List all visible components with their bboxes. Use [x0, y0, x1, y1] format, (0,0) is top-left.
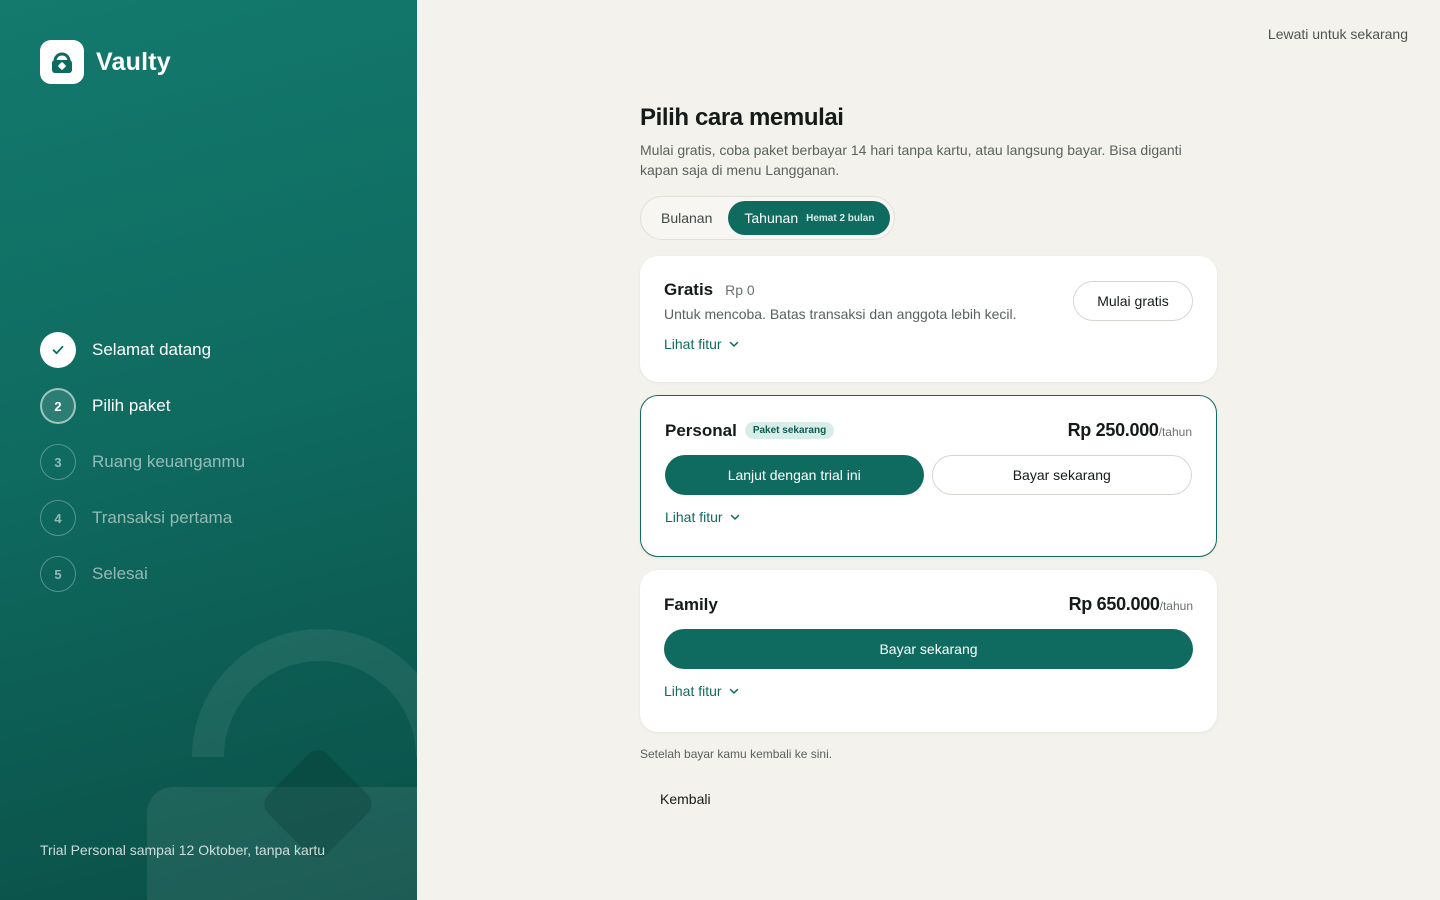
step-label: Transaksi pertama: [92, 508, 233, 527]
step-label: Selesai: [92, 564, 148, 583]
plan-name: Family: [664, 594, 718, 614]
plan-card-family: Family Rp 650.000/tahun Bayar sekarang L…: [640, 570, 1217, 732]
step-label: Selamat datang: [92, 340, 212, 359]
plan-period: /tahun: [1158, 425, 1192, 439]
subtitle-line: kapan saja di menu Langganan.: [640, 162, 840, 178]
start-free-button[interactable]: Mulai gratis: [1073, 281, 1193, 321]
pay-now-button[interactable]: Bayar sekarang: [931, 455, 1192, 495]
see-features-label: Lihat fitur: [664, 336, 722, 352]
continue-trial-button[interactable]: Lanjut dengan trial ini: [665, 455, 924, 495]
savings-tag: Hemat 2 bulan: [806, 212, 875, 224]
step-number: 5: [40, 556, 76, 592]
lock-watermark-icon: [147, 629, 417, 900]
see-features-label: Lihat fitur: [665, 509, 723, 525]
trial-note: Trial Personal sampai 12 Oktober, tanpa …: [40, 842, 326, 858]
step-number: 3: [40, 444, 76, 480]
skip-link[interactable]: Lewati untuk sekarang: [1268, 26, 1408, 42]
chevron-down-icon: [730, 514, 739, 520]
step-finance-space: 3 Ruang keuanganmu: [40, 444, 245, 480]
back-button[interactable]: Kembali: [640, 780, 731, 818]
sidebar: Vaulty Selamat datang 2 Pilih paket 3 Ru…: [0, 0, 417, 900]
plan-card-personal: Personal Paket sekarang Rp 250.000/tahun…: [640, 395, 1217, 557]
step-label: Ruang keuanganmu: [92, 452, 246, 471]
plan-name: Personal: [665, 420, 737, 440]
step-done: 5 Selesai: [40, 556, 245, 592]
brand-name: Vaulty: [96, 47, 171, 76]
step-choose-plan: 2 Pilih paket: [40, 388, 245, 424]
chevron-down-icon: [729, 341, 738, 347]
toggle-yearly[interactable]: Tahunan Hemat 2 bulan: [728, 201, 891, 235]
step-welcome: Selamat datang: [40, 332, 245, 368]
step-number: 2: [40, 388, 76, 424]
current-plan-badge: Paket sekarang: [744, 422, 835, 439]
toggle-yearly-label: Tahunan: [744, 210, 799, 226]
step-first-transaction: 4 Transaksi pertama: [40, 500, 245, 536]
page-title: Pilih cara memulai: [640, 104, 844, 131]
plan-description: Untuk mencoba. Batas transaksi dan anggo…: [664, 306, 1017, 322]
see-features-label: Lihat fitur: [664, 683, 722, 699]
chevron-down-icon: [729, 688, 738, 694]
plan-name: Gratis: [664, 280, 714, 299]
check-icon: [40, 332, 76, 368]
step-number: 4: [40, 500, 76, 536]
see-features-link[interactable]: Lihat fitur: [664, 336, 740, 352]
billing-period-toggle: Bulanan Tahunan Hemat 2 bulan: [640, 196, 896, 240]
plan-selection: Pilih cara memulai Mulai gratis, coba pa…: [640, 104, 1217, 732]
plan-price: Rp 650.000: [1068, 594, 1160, 614]
see-features-link[interactable]: Lihat fitur: [664, 683, 740, 699]
page-subtitle: Mulai gratis, coba paket berbayar 14 har…: [640, 140, 1217, 180]
brand: Vaulty: [40, 40, 171, 84]
lock-icon: [40, 40, 84, 84]
subtitle-line: Mulai gratis, coba paket berbayar 14 har…: [640, 142, 1182, 158]
pay-now-button[interactable]: Bayar sekarang: [664, 629, 1193, 669]
plan-card-free: Gratis Rp 0 Untuk mencoba. Batas transak…: [640, 256, 1217, 382]
onboarding-steps: Selamat datang 2 Pilih paket 3 Ruang keu…: [40, 332, 245, 612]
see-features-link[interactable]: Lihat fitur: [665, 509, 741, 525]
plan-price: Rp 0: [725, 282, 755, 298]
plan-period: /tahun: [1159, 599, 1193, 613]
toggle-monthly[interactable]: Bulanan: [645, 201, 728, 235]
payment-footnote: Setelah bayar kamu kembali ke sini.: [640, 747, 833, 761]
step-label: Pilih paket: [92, 396, 171, 415]
plan-price: Rp 250.000: [1067, 420, 1159, 440]
